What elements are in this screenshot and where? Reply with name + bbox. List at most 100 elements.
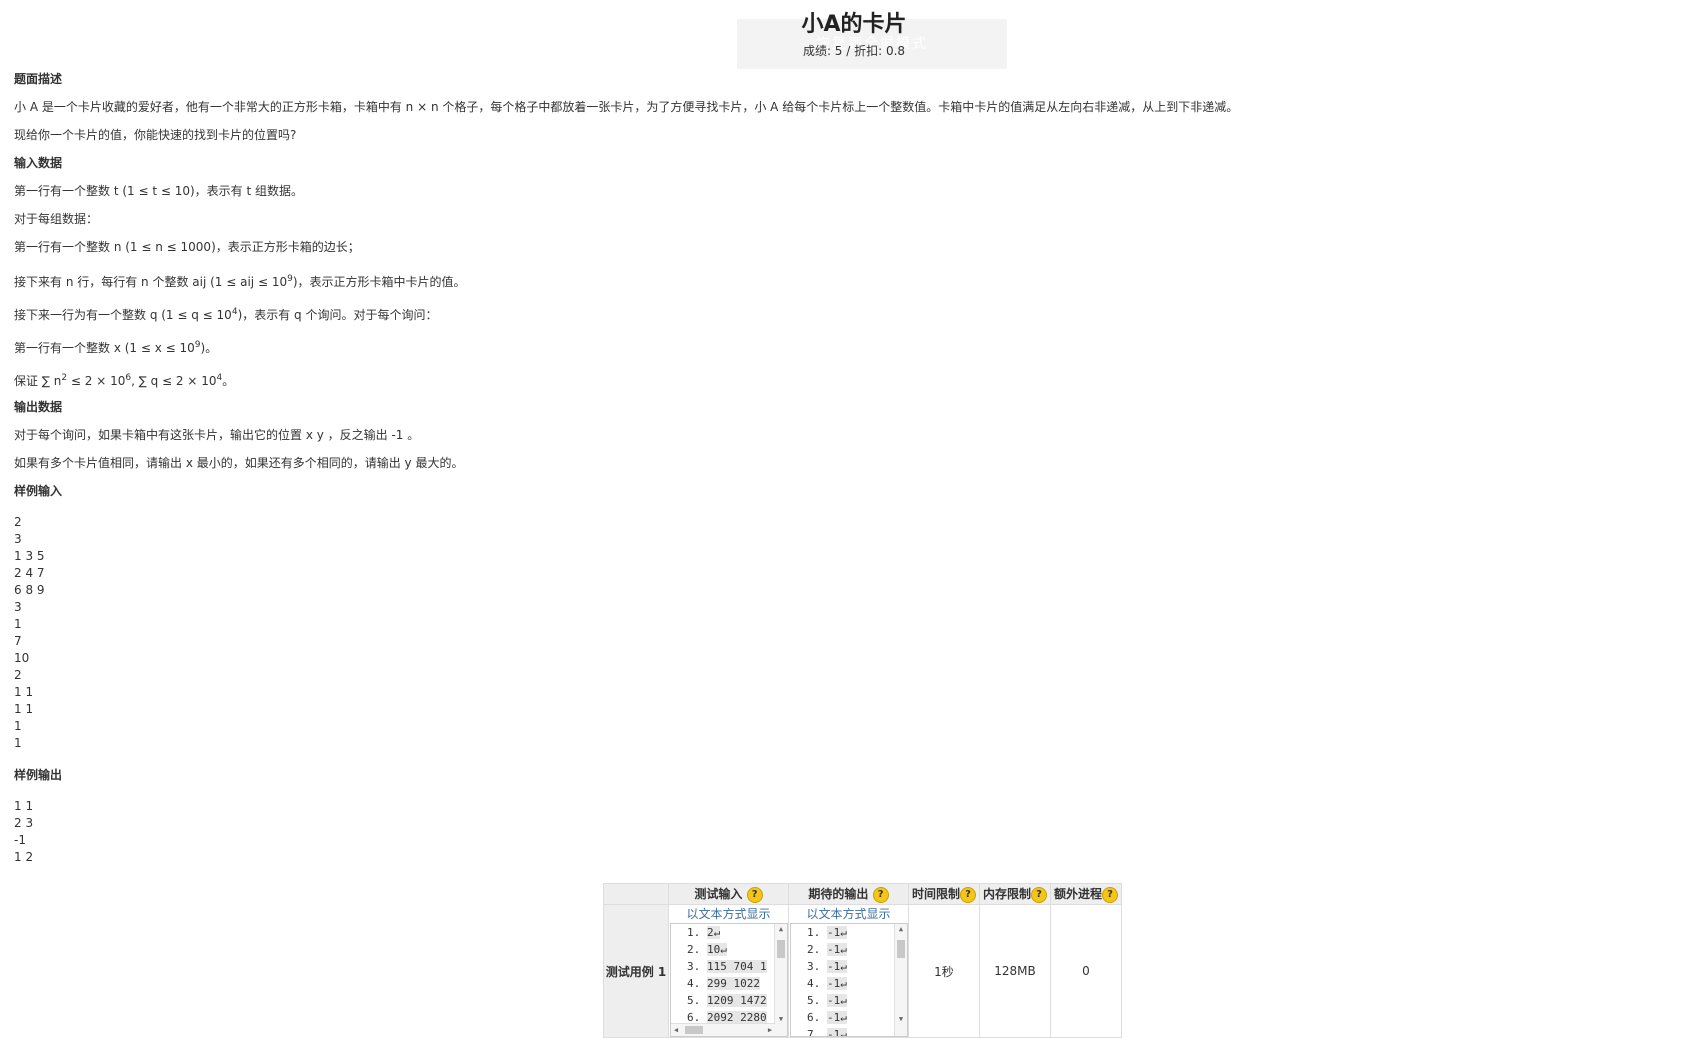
show-as-text-link[interactable]: 以文本方式显示 xyxy=(789,905,908,923)
problem-statement: 题面描述 小 A 是一个卡片收藏的爱好者，他有一个非常大的正方形卡箱，卡箱中有 … xyxy=(14,68,1514,878)
scroll-up-arrow-icon[interactable]: ▲ xyxy=(775,924,787,934)
vertical-scrollbar[interactable]: ▲ ▼ xyxy=(894,924,907,1036)
line-number: 5. xyxy=(807,994,821,1007)
scrollbar-thumb[interactable] xyxy=(897,940,905,958)
scrollbar-thumb[interactable] xyxy=(685,1026,703,1034)
code-line: 1. -1↵ xyxy=(791,924,907,941)
section-title-input: 输入数据 xyxy=(14,156,63,170)
header-time-limit: 时间限制? xyxy=(908,883,980,905)
scroll-down-arrow-icon[interactable]: ▼ xyxy=(775,1014,787,1024)
input-line-q-a: 接下来一行为有一个整数 q (1 ≤ q ≤ 10 xyxy=(14,308,232,322)
input-line-q-b: )，表示有 q 个询问。对于每个询问： xyxy=(237,308,438,322)
sample-input-line: 10 xyxy=(14,651,30,665)
sample-output-line: 1 2 xyxy=(14,850,34,864)
header-expected-output: 期待的输出 ? xyxy=(788,883,909,905)
line-number: 1. xyxy=(687,926,701,939)
test-case-label: 测试用例 1 xyxy=(603,904,669,1038)
line-value: -1↵ xyxy=(827,943,847,956)
code-line: 4. 299 1022 xyxy=(671,975,787,992)
line-value: 10↵ xyxy=(707,943,727,956)
sample-input-block: 2 3 1 3 5 2 4 7 6 8 9 3 1 7 10 2 1 1 1 1… xyxy=(14,514,1514,752)
help-icon[interactable]: ? xyxy=(960,886,976,903)
line-value: 2↵ xyxy=(707,926,721,939)
line-number: 4. xyxy=(687,977,701,990)
header-time-limit-label: 时间限制 xyxy=(911,887,960,902)
header-test-input-label: 测试输入 xyxy=(694,887,743,902)
help-icon[interactable]: ? xyxy=(746,886,763,903)
sample-output-block: 1 1 2 3 -1 1 2 xyxy=(14,798,1514,866)
scroll-up-arrow-icon[interactable]: ▲ xyxy=(895,924,907,934)
input-line-matrix-a: 接下来有 n 行，每行有 n 个整数 aij (1 ≤ aij ≤ 10 xyxy=(14,275,288,289)
expected-output-cell: 以文本方式显示 1. -1↵ 2. -1↵ 3. -1↵ 4. -1↵ 5. -1↵ 6.… xyxy=(788,904,909,1038)
sample-input-line: 1 3 5 xyxy=(14,549,45,563)
scrollbar-thumb[interactable] xyxy=(777,940,785,958)
show-as-text-link[interactable]: 以文本方式显示 xyxy=(669,905,788,923)
expected-output-viewer[interactable]: 1. -1↵ 2. -1↵ 3. -1↵ 4. -1↵ 5. -1↵ 6. -1↵ 7. -1… xyxy=(790,923,908,1037)
code-line: 5. -1↵ xyxy=(791,992,907,1009)
code-line: 4. -1↵ xyxy=(791,975,907,992)
line-value: 299 1022 xyxy=(707,977,760,990)
code-line: 2. 10↵ xyxy=(671,941,787,958)
description-question: 现给你一个卡片的值，你能快速的找到卡片的位置吗? xyxy=(14,128,297,142)
code-line: 6. -1↵ xyxy=(791,1009,907,1026)
code-line: 3. 115 704 1 xyxy=(671,958,787,975)
code-line: 3. -1↵ xyxy=(791,958,907,975)
header-memory-limit-label: 内存限制 xyxy=(982,887,1031,902)
input-line-n: 第一行有一个整数 n (1 ≤ n ≤ 1000)，表示正方形卡箱的边长； xyxy=(14,240,360,254)
line-value: -1↵ xyxy=(827,994,847,1007)
sample-input-line: 1 1 xyxy=(14,685,34,699)
header-extra-process-label: 额外进程 xyxy=(1053,887,1102,902)
header-memory-limit: 内存限制? xyxy=(979,883,1051,905)
scroll-left-arrow-icon[interactable]: ◀ xyxy=(671,1024,681,1036)
help-icon[interactable]: ? xyxy=(1031,886,1047,903)
line-number: 5. xyxy=(687,994,701,1007)
line-value: -1↵ xyxy=(827,926,847,939)
sample-input-line: 7 xyxy=(14,634,22,648)
header-test-input: 测试输入 ? xyxy=(668,883,789,905)
test-table-header-row: 测试输入 ? 期待的输出 ? 时间限制? 内存限制? 额外进程? xyxy=(603,883,1122,905)
sample-output-line: 1 1 xyxy=(14,799,34,813)
header-empty xyxy=(603,883,669,905)
output-line-2: 如果有多个卡片值相同，请输出 x 最小的，如果还有多个相同的，请输出 y 最大的… xyxy=(14,456,464,470)
sample-input-line: 6 8 9 xyxy=(14,583,45,597)
horizontal-scrollbar[interactable]: ◀ ▶ xyxy=(671,1023,775,1036)
input-line-each: 对于每组数据： xyxy=(14,212,99,226)
section-title-sample-output: 样例输出 xyxy=(14,768,63,782)
scroll-right-arrow-icon[interactable]: ▶ xyxy=(765,1024,775,1036)
test-cases-table: 测试输入 ? 期待的输出 ? 时间限制? 内存限制? 额外进程? 测试用例 1 … xyxy=(603,883,1122,1038)
output-line-1: 对于每个询问，如果卡箱中有这张卡片，输出它的位置 x y ，反之输出 -1 。 xyxy=(14,428,420,442)
line-value: 1209 1472 xyxy=(707,994,767,1007)
time-limit-value: 1秒 xyxy=(908,904,980,1038)
section-title-output: 输出数据 xyxy=(14,400,63,414)
sample-input-line: 1 xyxy=(14,617,22,631)
line-number: 1. xyxy=(807,926,821,939)
help-icon[interactable]: ? xyxy=(872,886,889,903)
input-line-matrix: 接下来有 n 行，每行有 n 个整数 aij (1 ≤ aij ≤ 109)，表… xyxy=(14,264,1514,297)
code-line: 2. -1↵ xyxy=(791,941,907,958)
sample-input-line: 3 xyxy=(14,600,22,614)
vertical-scrollbar[interactable]: ▲ ▼ xyxy=(774,924,787,1036)
line-number: 4. xyxy=(807,977,821,990)
guarantee-a: 保证 ∑ n xyxy=(14,374,62,388)
line-number: 2. xyxy=(807,943,821,956)
code-line: 7. -1↵ xyxy=(791,1026,907,1037)
sample-input-line: 2 xyxy=(14,515,22,529)
input-line-guarantee: 保证 ∑ n2 ≤ 2 × 106, ∑ q ≤ 2 × 104。 xyxy=(14,363,1514,396)
sample-input-line: 1 xyxy=(14,719,22,733)
sample-input-line: 2 4 7 xyxy=(14,566,45,580)
input-line-x-a: 第一行有一个整数 x (1 ≤ x ≤ 10 xyxy=(14,341,195,355)
test-input-viewer[interactable]: 1. 2↵ 2. 10↵ 3. 115 704 1 4. 299 1022 5. 1209… xyxy=(670,923,788,1037)
line-value: 115 704 1 xyxy=(707,960,767,973)
line-number: 7. xyxy=(807,1028,821,1037)
header-extra-process: 额外进程? xyxy=(1050,883,1122,905)
line-number: 3. xyxy=(687,960,701,973)
line-value: -1↵ xyxy=(827,960,847,973)
sample-input-line: 1 xyxy=(14,736,22,750)
scroll-down-arrow-icon[interactable]: ▼ xyxy=(895,1014,907,1024)
header-expected-output-label: 期待的输出 xyxy=(808,887,869,902)
sample-input-line: 2 xyxy=(14,668,22,682)
sample-output-line: -1 xyxy=(14,833,26,847)
input-line-matrix-b: )，表示正方形卡箱中卡片的值。 xyxy=(292,275,466,289)
help-icon[interactable]: ? xyxy=(1102,886,1118,903)
memory-limit-value: 128MB xyxy=(979,904,1051,1038)
